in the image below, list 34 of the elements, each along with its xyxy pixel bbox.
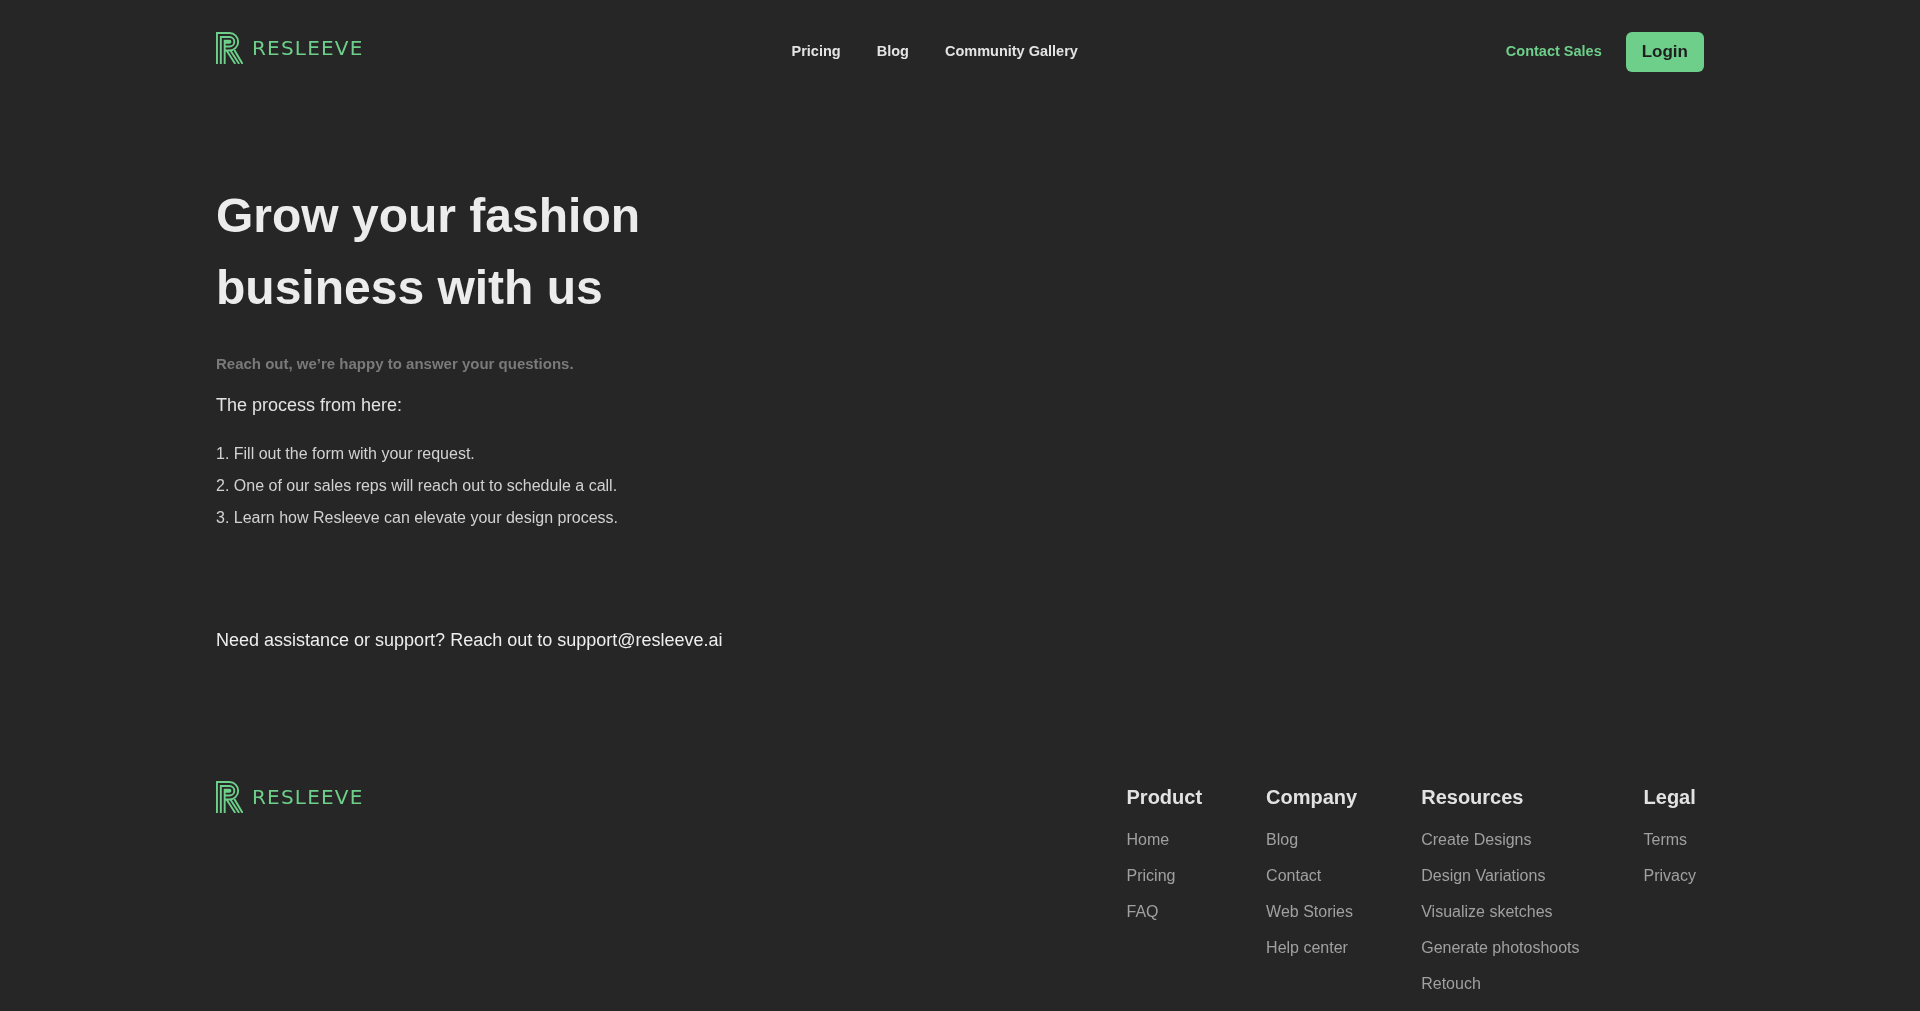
subtitle-text: Reach out, we’re happy to answer your questions. <box>216 354 575 374</box>
footer-link[interactable]: Create Designs <box>1421 828 1580 852</box>
footer-link[interactable]: Web Stories <box>1266 900 1358 924</box>
r-monogram-icon[interactable] <box>216 32 243 64</box>
footer-link[interactable]: Help center <box>1266 936 1358 960</box>
login-button[interactable]: Login <box>1625 32 1704 72</box>
footer-link[interactable]: Generate photoshoots <box>1421 936 1580 960</box>
support-text: Need assistance or support? Reach out to support@resleeve.ai <box>216 629 724 652</box>
process-step-text: 1. Fill out the form with your request. <box>216 444 476 464</box>
footer-link[interactable]: Blog <box>1266 828 1358 852</box>
process-step-text: 3. Learn how Resleeve can elevate your design process. <box>216 508 619 528</box>
footer-link[interactable]: Privacy <box>1643 864 1696 888</box>
footer-link[interactable]: Pricing <box>1126 864 1203 888</box>
r-monogram-icon <box>216 781 243 813</box>
process-step-text: 2. One of our sales reps will reach out to schedule a call. <box>216 476 619 496</box>
footer-link[interactable]: Home <box>1126 828 1203 852</box>
footer-link[interactable]: Retouch <box>1421 972 1580 996</box>
brand-name[interactable]: RESLEEVE <box>252 38 364 58</box>
nav-link[interactable]: Community Gallery <box>926 41 1096 63</box>
footer-heading: Company <box>1266 785 1358 810</box>
footer-link[interactable]: Terms <box>1643 828 1696 852</box>
footer-link[interactable]: Visualize sketches <box>1421 900 1580 924</box>
page-heading: Grow your fashion business with us <box>216 188 642 316</box>
footer-link[interactable]: Contact <box>1266 864 1358 888</box>
footer-heading: Product <box>1126 785 1203 810</box>
footer-heading: Resources <box>1421 785 1525 810</box>
process-intro-text: The process from here: <box>216 394 404 417</box>
footer-heading: Legal <box>1643 785 1696 810</box>
footer-link[interactable]: FAQ <box>1126 900 1203 924</box>
brand-name: RESLEEVE <box>252 787 364 807</box>
footer-link[interactable]: Design Variations <box>1421 864 1580 888</box>
nav-link[interactable]: Pricing <box>773 41 859 63</box>
nav-link[interactable]: Blog <box>858 41 927 63</box>
contact-sales-link[interactable]: Contact Sales <box>1505 41 1602 63</box>
